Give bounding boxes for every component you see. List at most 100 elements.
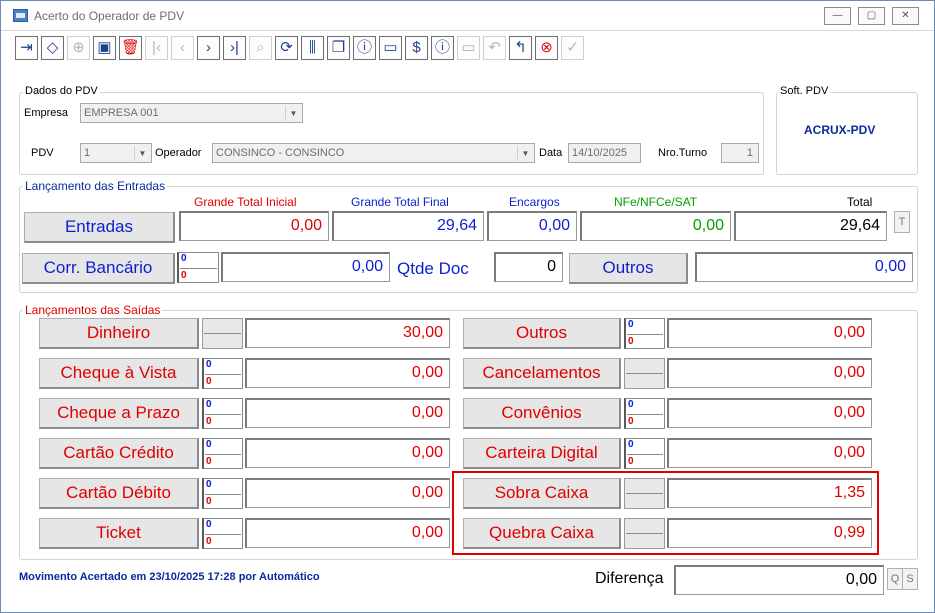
maximize-button[interactable]: ▢ [858,7,885,25]
gti-value: 0,00 [179,211,329,241]
undo-icon[interactable]: ↶ [483,36,506,60]
cheque-a-prazo-button[interactable]: Cheque a Prazo [39,398,199,429]
empresa-select[interactable]: EMPRESA 001 ▼ [80,103,303,123]
cheque-a-vista-counter: 00 [202,358,243,389]
filter-icon[interactable]: ⫼ [301,36,324,60]
title-bar: Acerto do Operador de PDV — ▢ ✕ [1,1,934,31]
total-header: Total [847,195,873,209]
delete-icon[interactable]: 🗑 [119,36,142,60]
card-icon[interactable]: ▭ [379,36,402,60]
data-label: Data [539,147,563,159]
counter-bottom: 0 [206,496,212,507]
encargos-value: 0,00 [487,211,577,241]
cancelamentos-counter-empty [624,358,665,389]
cheque-a-prazo-value: 0,00 [245,398,450,428]
operador-select[interactable]: CONSINCO - CONSINCO ▼ [212,143,535,163]
counter-divider [626,373,663,374]
cartao-debito-button[interactable]: Cartão Débito [39,478,199,509]
eraser-icon[interactable]: ◇ [41,36,64,60]
counter-bottom: 0 [181,270,187,281]
corr-bancario-button[interactable]: Corr. Bancário [22,253,175,284]
info-icon[interactable]: ⓘ [353,36,376,60]
counter-top: 0 [206,519,212,530]
outros-entradas-button[interactable]: Outros [569,253,688,284]
cartao-credito-value: 0,00 [245,438,450,468]
next-icon[interactable]: › [197,36,220,60]
nfe-value: 0,00 [580,211,731,241]
prev-icon[interactable]: ‹ [171,36,194,60]
counter-divider [180,268,217,269]
counter-divider [205,374,241,375]
counter-divider [627,414,663,415]
add-icon[interactable]: ⊕ [67,36,90,60]
encargos-header: Encargos [509,195,560,209]
counter-divider [204,333,241,334]
counter-top: 0 [628,439,634,450]
cartao-credito-counter: 00 [202,438,243,469]
minimize-button[interactable]: — [824,7,851,25]
pdv-value: 1 [84,147,91,159]
counter-bottom: 0 [628,416,634,427]
pdv-label: PDV [31,147,54,159]
money-icon[interactable]: $ [405,36,428,60]
ticket-value: 0,00 [245,518,450,548]
back-icon[interactable]: ↰ [509,36,532,60]
carteira-digital-button[interactable]: Carteira Digital [463,438,621,469]
qtde-doc-label: Qtde Doc [397,259,469,278]
gtf-header: Grande Total Final [351,195,449,209]
total-value: 29,64 [734,211,887,241]
cartao-debito-counter: 00 [202,478,243,509]
close-button[interactable]: ✕ [892,7,919,25]
data-field[interactable]: 14/10/2025 [568,143,641,163]
counter-top: 0 [628,399,634,410]
t-button[interactable]: T [894,211,910,233]
s-button[interactable]: S [902,568,918,590]
ticket-button[interactable]: Ticket [39,518,199,549]
card-disabled-icon[interactable]: ▭ [457,36,480,60]
carteira-digital-value: 0,00 [667,438,872,468]
convenios-value: 0,00 [667,398,872,428]
copy-icon[interactable]: ❐ [327,36,350,60]
save-icon[interactable]: ▣ [93,36,116,60]
counter-divider [205,454,241,455]
corr-bancario-counter: 0 0 [177,252,219,283]
ticket-counter: 00 [202,518,243,549]
entradas-button[interactable]: Entradas [24,212,175,243]
exit-icon[interactable]: ⇥ [15,36,38,60]
counter-divider [205,534,241,535]
cancel-icon[interactable]: ⊗ [535,36,558,60]
cartao-credito-button[interactable]: Cartão Crédito [39,438,199,469]
highlight-box [452,471,879,555]
convenios-button[interactable]: Convênios [463,398,621,429]
search-icon[interactable]: ⌕ [249,36,272,60]
confirm-icon[interactable]: ✓ [561,36,584,60]
dinheiro-button[interactable]: Dinheiro [39,318,199,349]
cheque-a-vista-button[interactable]: Cheque à Vista [39,358,199,389]
last-icon[interactable]: ›| [223,36,246,60]
app-icon [13,9,28,22]
outros-button[interactable]: Outros [463,318,621,349]
cancelamentos-button[interactable]: Cancelamentos [463,358,621,389]
dados-pdv-label: Dados do PDV [23,85,100,97]
counter-bottom: 0 [206,456,212,467]
app-window: Acerto do Operador de PDV — ▢ ✕ ⇥ ◇ ⊕ ▣ 🗑 |‹ ‹… [0,0,935,613]
counter-divider [205,414,241,415]
empresa-label: Empresa [24,107,69,119]
first-icon[interactable]: |‹ [145,36,168,60]
entradas-group-label: Lançamento das Entradas [23,179,168,193]
counter-bottom: 0 [628,456,634,467]
dinheiro-value: 30,00 [245,318,450,348]
turno-field[interactable]: 1 [721,143,759,163]
gtf-value: 29,64 [332,211,484,241]
window-title: Acerto do Operador de PDV [34,9,185,23]
pdv-select[interactable]: 1 ▼ [80,143,152,163]
diferenca-value: 0,00 [674,565,884,595]
counter-top: 0 [206,359,212,370]
counter-divider [627,334,663,335]
counter-top: 0 [628,319,634,330]
q-button[interactable]: Q [887,568,903,590]
info2-icon[interactable]: ⓘ [431,36,454,60]
cheque-a-prazo-counter: 00 [202,398,243,429]
refresh-icon[interactable]: ⟳ [275,36,298,60]
dinheiro-counter-empty [202,318,243,349]
